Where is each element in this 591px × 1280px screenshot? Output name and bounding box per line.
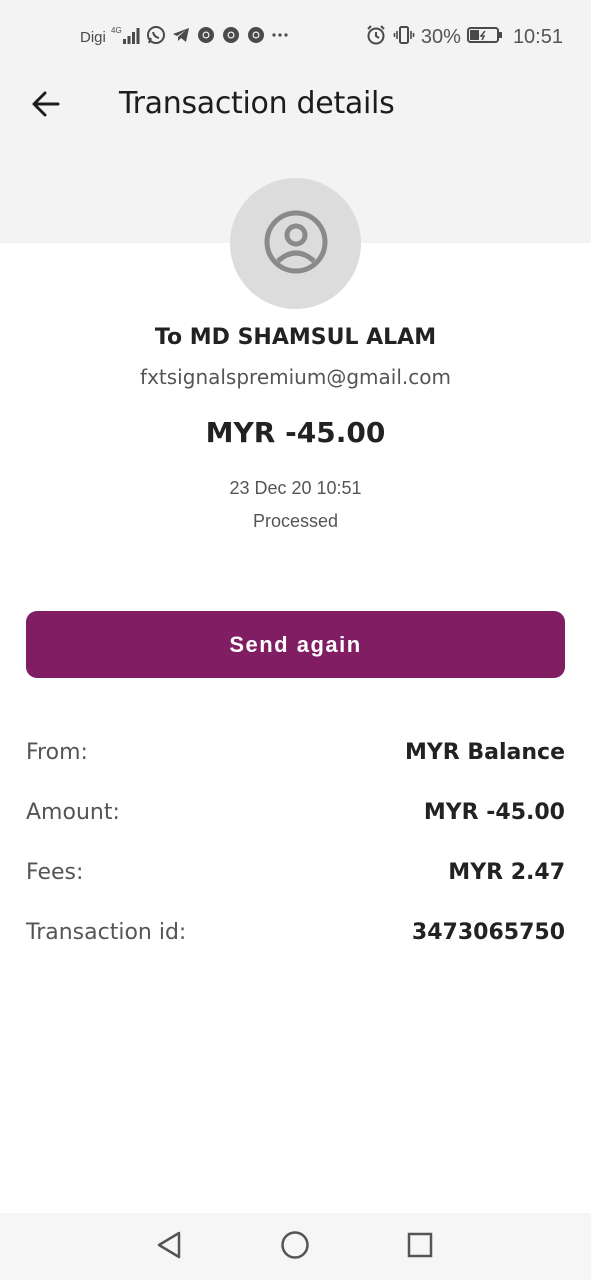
app-header: Transaction details bbox=[0, 72, 591, 142]
chrome-icon bbox=[246, 25, 266, 49]
detail-value: MYR Balance bbox=[404, 739, 565, 765]
battery-percent: 30% bbox=[420, 25, 461, 48]
avatar bbox=[230, 178, 361, 309]
detail-row-amount: Amount: MYR -45.00 bbox=[26, 782, 565, 842]
recents-square-icon bbox=[406, 1231, 434, 1263]
user-circle-icon bbox=[263, 209, 329, 279]
battery-icon bbox=[466, 25, 503, 49]
status-bar-right: 30% 10:51 bbox=[365, 24, 563, 50]
alarm-icon bbox=[365, 24, 387, 50]
detail-value: MYR 2.47 bbox=[448, 859, 565, 885]
detail-row-fees: Fees: MYR 2.47 bbox=[26, 842, 565, 902]
signal-icon: 4G bbox=[111, 25, 141, 49]
nav-home-button[interactable] bbox=[275, 1227, 315, 1267]
status-bar-left: Digi 4G bbox=[80, 24, 289, 50]
detail-label: From: bbox=[26, 739, 88, 765]
detail-label: Amount: bbox=[26, 799, 120, 825]
transaction-amount: MYR -45.00 bbox=[205, 416, 386, 449]
whatsapp-icon bbox=[146, 25, 166, 49]
send-again-button[interactable]: Send again bbox=[26, 611, 565, 678]
status-time: 10:51 bbox=[512, 25, 563, 48]
recipient-email: fxtsignalspremium@gmail.com bbox=[140, 365, 451, 389]
transaction-datetime: 23 Dec 20 10:51 bbox=[229, 478, 362, 498]
transaction-details-list: From: MYR Balance Amount: MYR -45.00 Fee… bbox=[26, 722, 565, 962]
detail-label: Fees: bbox=[26, 859, 84, 885]
vibrate-icon bbox=[393, 24, 415, 50]
transaction-status: Processed bbox=[252, 511, 339, 531]
system-nav-bar bbox=[0, 1213, 591, 1280]
recipient-name: To MD SHAMSUL ALAM bbox=[154, 325, 437, 350]
detail-row-from: From: MYR Balance bbox=[26, 722, 565, 782]
chrome-icon bbox=[196, 25, 216, 49]
status-bar: Digi 4G 30% 10:51 bbox=[0, 0, 591, 72]
back-button[interactable] bbox=[22, 84, 70, 128]
detail-label: Transaction id: bbox=[26, 919, 187, 945]
nav-back-button[interactable] bbox=[149, 1227, 189, 1267]
detail-value[interactable]: 3473065750 bbox=[412, 920, 565, 945]
network-type-label: 4G bbox=[111, 26, 122, 35]
carrier-label: Digi bbox=[80, 28, 106, 46]
chrome-icon bbox=[221, 25, 241, 49]
detail-row-transaction-id: Transaction id: 3473065750 bbox=[26, 902, 565, 962]
nav-recents-button[interactable] bbox=[400, 1227, 440, 1267]
home-circle-icon bbox=[280, 1230, 310, 1264]
more-icon bbox=[271, 25, 289, 49]
back-triangle-icon bbox=[155, 1230, 183, 1264]
telegram-icon bbox=[171, 25, 191, 49]
page-title: Transaction details bbox=[119, 86, 395, 121]
detail-value: MYR -45.00 bbox=[423, 799, 565, 825]
arrow-left-icon bbox=[31, 90, 61, 122]
